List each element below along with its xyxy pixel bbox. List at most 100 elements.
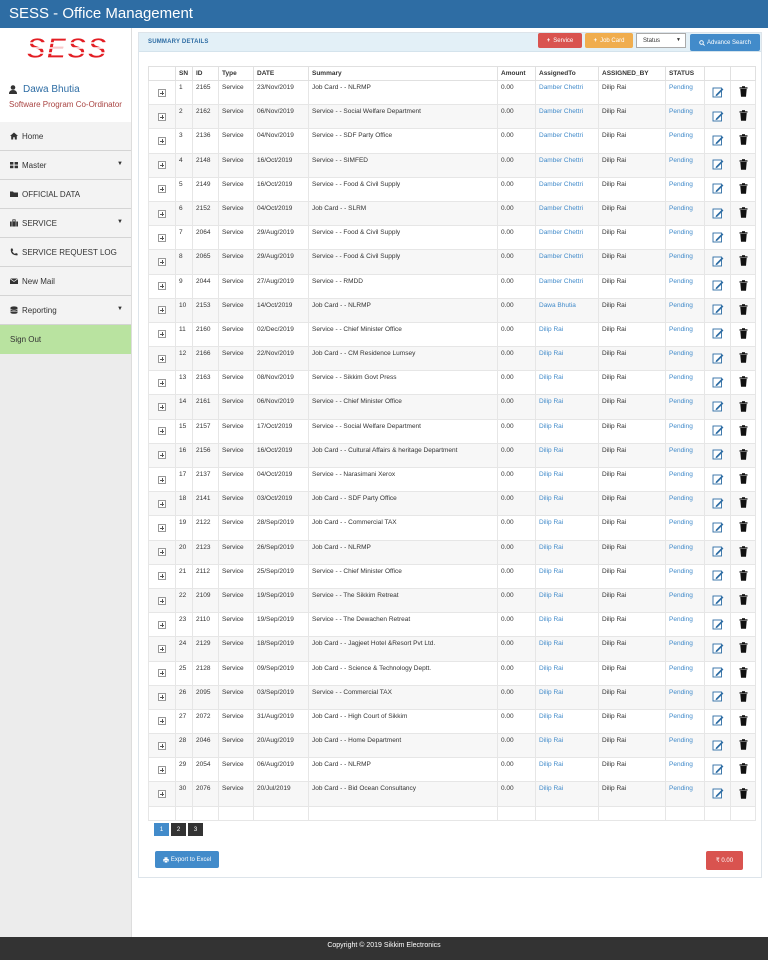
edit-icon[interactable] — [712, 158, 724, 170]
expand-row-icon[interactable] — [158, 209, 166, 218]
sidebar-item-reporting[interactable]: Reporting ▼ — [0, 296, 131, 325]
trash-icon[interactable] — [739, 231, 748, 243]
expand-row-icon[interactable] — [158, 378, 166, 387]
edit-icon[interactable] — [712, 763, 724, 775]
trash-icon[interactable] — [739, 497, 748, 509]
trash-icon[interactable] — [739, 303, 748, 315]
edit-icon[interactable] — [712, 86, 724, 98]
trash-icon[interactable] — [739, 424, 748, 436]
trash-icon[interactable] — [739, 376, 748, 388]
trash-icon[interactable] — [739, 183, 748, 194]
trash-icon[interactable] — [739, 352, 748, 363]
trash-icon[interactable] — [739, 787, 748, 799]
expand-row-icon[interactable] — [158, 282, 166, 291]
expand-row-icon[interactable] — [158, 354, 166, 363]
sidebar-item-service-request-log[interactable]: SERVICE REQUEST LOG — [0, 238, 131, 267]
expand-row-icon[interactable] — [158, 499, 166, 508]
expand-row-icon[interactable] — [158, 596, 166, 605]
expand-row-icon[interactable] — [158, 257, 166, 266]
trash-icon[interactable] — [739, 328, 748, 339]
trash-icon[interactable] — [739, 449, 748, 460]
expand-row-icon[interactable] — [158, 548, 166, 557]
sidebar-item-service[interactable]: SERVICE ▼ — [0, 209, 131, 238]
edit-icon[interactable] — [712, 569, 724, 581]
page-button-2[interactable]: 2 — [171, 823, 186, 836]
trash-icon[interactable] — [739, 400, 748, 412]
trash-icon[interactable] — [739, 207, 748, 218]
edit-icon[interactable] — [712, 110, 724, 122]
edit-icon[interactable] — [712, 545, 724, 557]
expand-row-icon[interactable] — [158, 717, 166, 726]
expand-row-icon[interactable] — [158, 306, 166, 315]
expand-row-icon[interactable] — [158, 88, 166, 97]
trash-icon[interactable] — [739, 618, 748, 630]
expand-row-icon[interactable] — [158, 523, 166, 532]
edit-icon[interactable] — [712, 618, 724, 630]
edit-icon[interactable] — [712, 521, 724, 533]
expand-row-icon[interactable] — [158, 475, 166, 484]
expand-row-icon[interactable] — [158, 185, 166, 194]
page-button-1[interactable]: 1 — [154, 823, 169, 836]
export-excel-button[interactable]: Export to Excel — [155, 851, 219, 868]
trash-icon[interactable] — [739, 134, 748, 146]
edit-icon[interactable] — [712, 376, 724, 388]
edit-icon[interactable] — [712, 182, 724, 194]
trash-icon[interactable] — [739, 545, 748, 557]
edit-icon[interactable] — [712, 279, 724, 291]
expand-row-icon[interactable] — [158, 330, 166, 339]
expand-row-icon[interactable] — [158, 161, 166, 170]
sidebar-item-home[interactable]: Home — [0, 122, 131, 151]
trash-icon[interactable] — [739, 110, 748, 122]
edit-icon[interactable] — [712, 642, 724, 654]
edit-icon[interactable] — [712, 327, 724, 339]
edit-icon[interactable] — [712, 400, 724, 412]
trash-icon[interactable] — [739, 690, 748, 702]
edit-icon[interactable] — [712, 303, 724, 315]
expand-row-icon[interactable] — [158, 644, 166, 653]
expand-row-icon[interactable] — [158, 451, 166, 460]
trash-icon[interactable] — [739, 158, 748, 170]
edit-icon[interactable] — [712, 739, 724, 751]
edit-icon[interactable] — [712, 666, 724, 678]
advance-search-button[interactable]: Advance Search — [690, 34, 760, 51]
edit-icon[interactable] — [712, 594, 724, 606]
expand-row-icon[interactable] — [158, 741, 166, 750]
trash-icon[interactable] — [739, 570, 748, 581]
sidebar-item-master[interactable]: Master ▼ — [0, 151, 131, 180]
edit-icon[interactable] — [712, 787, 724, 799]
expand-row-icon[interactable] — [158, 427, 166, 436]
trash-icon[interactable] — [739, 473, 748, 484]
expand-row-icon[interactable] — [158, 693, 166, 702]
edit-icon[interactable] — [712, 424, 724, 436]
edit-icon[interactable] — [712, 690, 724, 702]
edit-icon[interactable] — [712, 473, 724, 485]
expand-row-icon[interactable] — [158, 765, 166, 774]
trash-icon[interactable] — [739, 666, 748, 678]
edit-icon[interactable] — [712, 714, 724, 726]
sidebar-item-sign-out[interactable]: Sign Out — [0, 325, 131, 354]
trash-icon[interactable] — [739, 594, 748, 605]
trash-icon[interactable] — [739, 255, 748, 267]
expand-row-icon[interactable] — [158, 233, 166, 242]
trash-icon[interactable] — [739, 739, 748, 750]
edit-icon[interactable] — [712, 497, 724, 509]
expand-row-icon[interactable] — [158, 669, 166, 678]
trash-icon[interactable] — [739, 279, 748, 291]
edit-icon[interactable] — [712, 448, 724, 460]
edit-icon[interactable] — [712, 255, 724, 267]
trash-icon[interactable] — [739, 86, 748, 97]
trash-icon[interactable] — [739, 715, 748, 726]
expand-row-icon[interactable] — [158, 620, 166, 629]
expand-row-icon[interactable] — [158, 572, 166, 581]
status-select[interactable]: Status ▼ — [636, 33, 686, 48]
sidebar-item-new-mail[interactable]: New Mail — [0, 267, 131, 296]
expand-row-icon[interactable] — [158, 403, 166, 412]
edit-icon[interactable] — [712, 352, 724, 364]
trash-icon[interactable] — [739, 521, 748, 533]
add-service-button[interactable]: + Service — [538, 33, 582, 48]
trash-icon[interactable] — [739, 642, 748, 654]
add-jobcard-button[interactable]: + Job Card — [585, 33, 633, 48]
edit-icon[interactable] — [712, 134, 724, 146]
expand-row-icon[interactable] — [158, 112, 166, 121]
trash-icon[interactable] — [739, 763, 748, 775]
